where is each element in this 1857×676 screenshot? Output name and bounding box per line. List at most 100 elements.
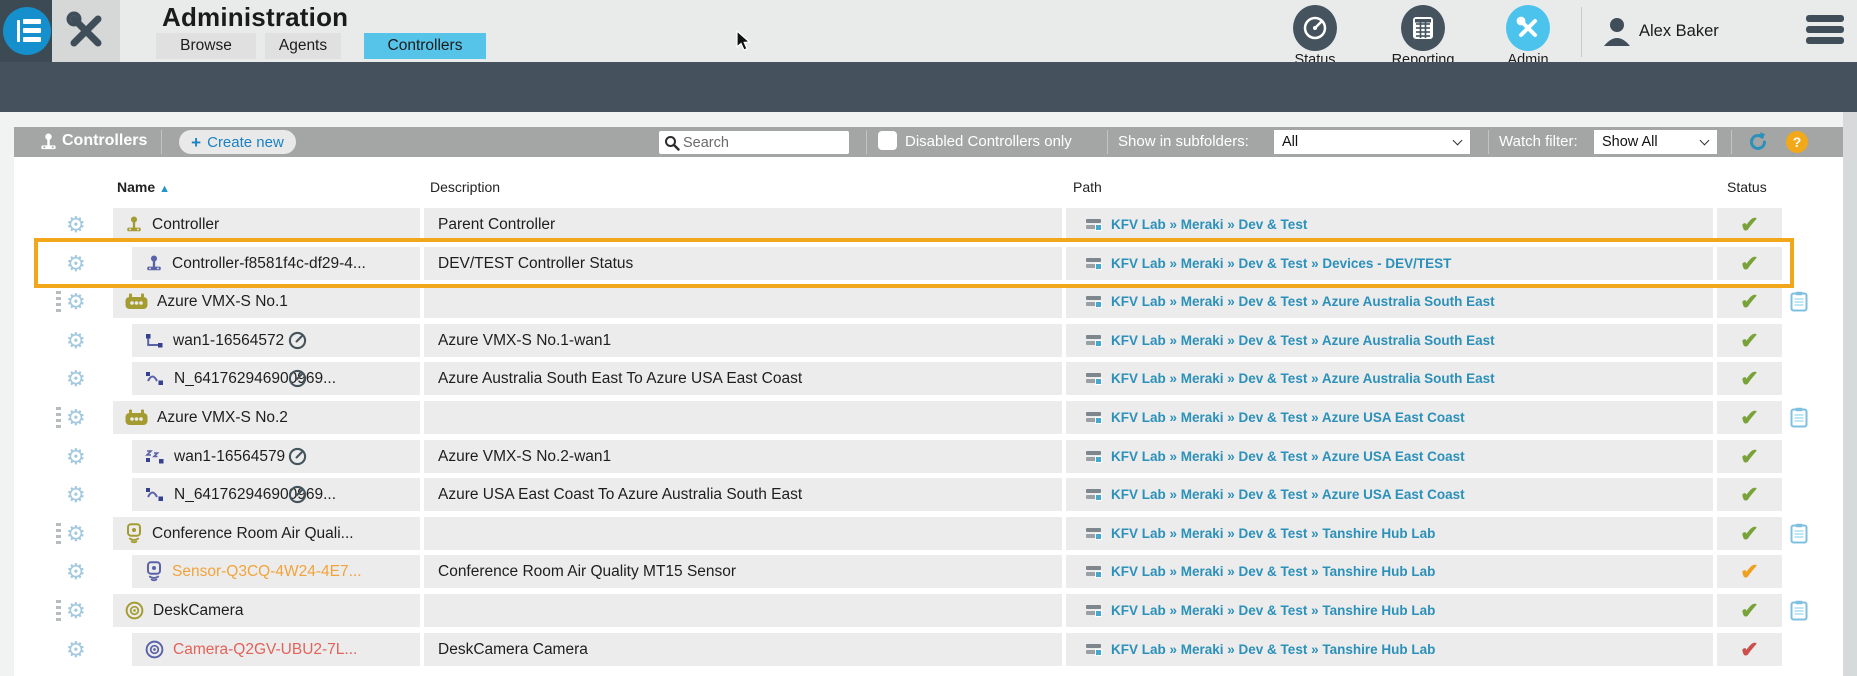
admin-nav-button[interactable] bbox=[1506, 5, 1550, 51]
controller-name[interactable]: Sensor-Q3CQ-4W24-4E7... bbox=[172, 563, 362, 581]
clipboard-icon[interactable] bbox=[1790, 600, 1808, 621]
column-header-status[interactable]: Status bbox=[1727, 179, 1767, 195]
path-link[interactable]: KFV Lab » Meraki » Dev & Test » Tanshire… bbox=[1111, 642, 1435, 657]
controller-name[interactable]: DeskCamera bbox=[153, 602, 243, 620]
search-input[interactable] bbox=[683, 131, 843, 154]
gauge-mini-icon bbox=[288, 447, 307, 466]
controller-name[interactable]: N_641762946900969... bbox=[174, 370, 336, 388]
table-row[interactable]: ⚙ Sensor-Q3CQ-4W24-4E7... Conference Roo… bbox=[14, 555, 1843, 588]
drag-handle[interactable] bbox=[56, 291, 61, 312]
table-row[interactable]: ⚙ Controller-f8581f4c-df29-4... DEV/TEST… bbox=[14, 247, 1843, 280]
app-logo[interactable] bbox=[0, 0, 52, 62]
gear-icon[interactable]: ⚙ bbox=[66, 635, 86, 664]
device-path-icon bbox=[1086, 527, 1103, 540]
controller-name[interactable]: Azure VMX-S No.2 bbox=[157, 409, 288, 427]
path-link[interactable]: KFV Lab » Meraki » Dev & Test bbox=[1111, 217, 1307, 232]
controller-name[interactable]: Camera-Q2GV-UBU2-7L... bbox=[173, 641, 357, 659]
name-cell[interactable]: Camera-Q2GV-UBU2-7L... bbox=[132, 633, 420, 666]
table-row[interactable]: ⚙ wan1-16564572 Azure VMX-S No.1-wan1 KF… bbox=[14, 324, 1843, 357]
tab-browse[interactable]: Browse bbox=[156, 33, 256, 59]
create-new-button[interactable]: + Create new bbox=[179, 130, 296, 154]
user-menu[interactable]: Alex Baker bbox=[1639, 22, 1719, 41]
admin-tools-icon[interactable] bbox=[52, 0, 120, 62]
name-cell[interactable]: DeskCamera bbox=[113, 594, 420, 627]
help-icon[interactable]: ? bbox=[1786, 131, 1808, 153]
name-cell[interactable]: Controller bbox=[113, 208, 420, 241]
table-row[interactable]: ⚙ Azure VMX-S No.2 KFV Lab » Meraki » De… bbox=[14, 401, 1843, 434]
path-cell: KFV Lab » Meraki » Dev & Test » Tanshire… bbox=[1066, 594, 1713, 627]
reporting-nav-button[interactable] bbox=[1401, 5, 1445, 51]
gear-icon[interactable]: ⚙ bbox=[66, 364, 86, 393]
gear-icon[interactable]: ⚙ bbox=[66, 210, 86, 239]
tab-agents[interactable]: Agents bbox=[265, 33, 341, 59]
joystick-icon bbox=[125, 215, 143, 234]
gear-icon[interactable]: ⚙ bbox=[66, 596, 86, 625]
gear-icon[interactable]: ⚙ bbox=[66, 557, 86, 586]
gear-icon[interactable]: ⚙ bbox=[66, 519, 86, 548]
gear-icon[interactable]: ⚙ bbox=[66, 480, 86, 509]
name-cell[interactable]: wan1-16564579 bbox=[132, 440, 420, 473]
path-link[interactable]: KFV Lab » Meraki » Dev & Test » Devices … bbox=[1111, 256, 1451, 271]
disabled-controllers-checkbox[interactable] bbox=[878, 131, 897, 150]
disabled-controllers-label[interactable]: Disabled Controllers only bbox=[905, 133, 1072, 150]
table-row[interactable]: ⚙ Conference Room Air Quali... KFV Lab »… bbox=[14, 517, 1843, 550]
main-menu-icon[interactable] bbox=[1806, 15, 1844, 44]
drag-handle[interactable] bbox=[56, 600, 61, 621]
controller-name[interactable]: Controller bbox=[152, 216, 219, 234]
table-row[interactable]: ⚙ DeskCamera KFV Lab » Meraki » Dev & Te… bbox=[14, 594, 1843, 627]
table-row[interactable]: ⚙ Controller Parent Controller KFV Lab »… bbox=[14, 208, 1843, 241]
gear-icon[interactable]: ⚙ bbox=[66, 403, 86, 432]
description-cell: Azure Australia South East To Azure USA … bbox=[424, 362, 1062, 395]
path-link[interactable]: KFV Lab » Meraki » Dev & Test » Azure Au… bbox=[1111, 294, 1495, 309]
gear-icon[interactable]: ⚙ bbox=[66, 442, 86, 471]
gear-icon[interactable]: ⚙ bbox=[66, 287, 86, 316]
path-link[interactable]: KFV Lab » Meraki » Dev & Test » Tanshire… bbox=[1111, 526, 1435, 541]
name-cell[interactable]: Azure VMX-S No.1 bbox=[113, 285, 420, 318]
description-cell bbox=[424, 285, 1062, 318]
status-nav-button[interactable] bbox=[1293, 5, 1337, 51]
table-row[interactable]: ⚙ Azure VMX-S No.1 KFV Lab » Meraki » De… bbox=[14, 285, 1843, 318]
drag-handle[interactable] bbox=[56, 407, 61, 428]
path-link[interactable]: KFV Lab » Meraki » Dev & Test » Azure US… bbox=[1111, 449, 1465, 464]
name-cell[interactable]: N_641762946900969... bbox=[132, 478, 420, 511]
clipboard-icon[interactable] bbox=[1790, 407, 1808, 428]
controller-name[interactable]: Conference Room Air Quali... bbox=[152, 525, 354, 543]
column-header-path[interactable]: Path bbox=[1073, 179, 1102, 195]
path-link[interactable]: KFV Lab » Meraki » Dev & Test » Tanshire… bbox=[1111, 603, 1435, 618]
name-cell[interactable]: Controller-f8581f4c-df29-4... bbox=[132, 247, 420, 280]
controller-name[interactable]: wan1-16564572 bbox=[173, 332, 284, 350]
table-row[interactable]: ⚙ N_641762946900969... Azure Australia S… bbox=[14, 362, 1843, 395]
path-link[interactable]: KFV Lab » Meraki » Dev & Test » Azure US… bbox=[1111, 410, 1465, 425]
name-cell[interactable]: Sensor-Q3CQ-4W24-4E7... bbox=[132, 555, 420, 588]
path-link[interactable]: KFV Lab » Meraki » Dev & Test » Azure Au… bbox=[1111, 371, 1495, 386]
status-check-icon: ✔ bbox=[1740, 597, 1759, 623]
watch-filter-select[interactable]: Show All bbox=[1594, 130, 1717, 154]
controller-name[interactable]: wan1-16564579 bbox=[174, 448, 285, 466]
refresh-icon[interactable] bbox=[1746, 130, 1770, 154]
name-cell[interactable]: N_641762946900969... bbox=[132, 362, 420, 395]
controller-name[interactable]: N_641762946900969... bbox=[174, 486, 336, 504]
name-cell[interactable]: Conference Room Air Quali... bbox=[113, 517, 420, 550]
watch-filter-label: Watch filter: bbox=[1499, 133, 1578, 150]
gear-icon[interactable]: ⚙ bbox=[66, 326, 86, 355]
column-header-name[interactable]: Name ▲ bbox=[117, 179, 170, 195]
table-row[interactable]: ⚙ N_641762946900969... Azure USA East Co… bbox=[14, 478, 1843, 511]
name-cell[interactable]: wan1-16564572 bbox=[132, 324, 420, 357]
path-link[interactable]: KFV Lab » Meraki » Dev & Test » Azure US… bbox=[1111, 487, 1465, 502]
controller-name[interactable]: Controller-f8581f4c-df29-4... bbox=[172, 255, 366, 273]
column-header-description[interactable]: Description bbox=[430, 179, 500, 195]
description-cell: Azure USA East Coast To Azure Australia … bbox=[424, 478, 1062, 511]
description-cell: Azure VMX-S No.2-wan1 bbox=[424, 440, 1062, 473]
subfolders-select[interactable]: All bbox=[1274, 130, 1470, 154]
clipboard-icon[interactable] bbox=[1790, 291, 1808, 312]
drag-handle[interactable] bbox=[56, 523, 61, 544]
clipboard-icon[interactable] bbox=[1790, 523, 1808, 544]
table-row[interactable]: ⚙ wan1-16564579 Azure VMX-S No.2-wan1 KF… bbox=[14, 440, 1843, 473]
gear-icon[interactable]: ⚙ bbox=[66, 249, 86, 278]
path-link[interactable]: KFV Lab » Meraki » Dev & Test » Azure Au… bbox=[1111, 333, 1495, 348]
controller-name[interactable]: Azure VMX-S No.1 bbox=[157, 293, 288, 311]
tab-controllers[interactable]: Controllers bbox=[364, 33, 486, 59]
table-row[interactable]: ⚙ Camera-Q2GV-UBU2-7L... DeskCamera Came… bbox=[14, 633, 1843, 666]
path-link[interactable]: KFV Lab » Meraki » Dev & Test » Tanshire… bbox=[1111, 564, 1435, 579]
name-cell[interactable]: Azure VMX-S No.2 bbox=[113, 401, 420, 434]
